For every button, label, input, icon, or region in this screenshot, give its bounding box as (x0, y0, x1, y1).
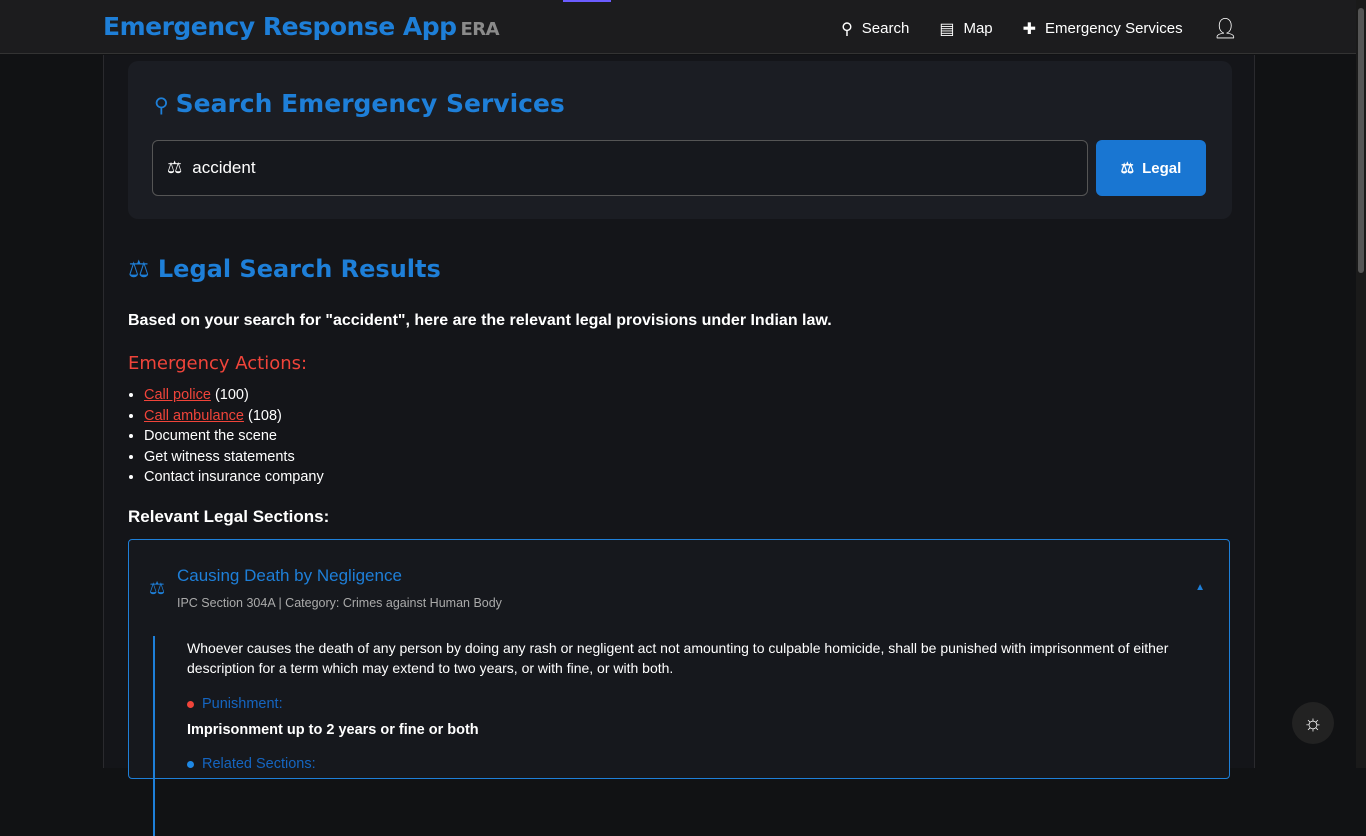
top-bar: Emergency Response App ERA ⚲ Search ▤ Map ✚… (0, 0, 1356, 54)
phone-number: (100) (214, 387, 249, 403)
gavel-icon: ⚖ (1120, 160, 1135, 177)
list-item: Contact insurance company (144, 467, 324, 488)
bullet-icon (187, 700, 194, 708)
gavel-icon: ⚖ (128, 255, 158, 283)
results-title: ⚖ Legal Search Results (128, 255, 441, 283)
nav-label: Search (861, 20, 910, 37)
search-title: ⚲ Search Emergency Services (154, 89, 565, 118)
search-icon: ⚲ (154, 93, 176, 117)
section-meta: IPC Section 304A | Category: Crimes agai… (177, 596, 502, 610)
user-icon: 👤︎ (1212, 18, 1238, 40)
legal-sections-title: Relevant Legal Sections: (128, 507, 330, 526)
call-ambulance-link[interactable]: Call ambulance (144, 408, 244, 424)
section-body: Whoever causes the death of any person b… (153, 636, 1213, 836)
scrollbar-thumb[interactable] (1358, 8, 1364, 273)
search-card: ⚲ Search Emergency Services ⚖ accident ⚖ L… (128, 61, 1232, 219)
search-input-value: accident (192, 158, 256, 177)
medical-plus-icon: ✚ (1022, 20, 1037, 38)
search-title-text: Search Emergency Services (175, 89, 565, 118)
list-item: Call police (100) (144, 385, 324, 406)
account-button[interactable]: 👤︎ (1213, 16, 1238, 41)
map-icon: ▤ (939, 20, 955, 38)
gavel-icon: ⚖ (149, 578, 166, 598)
results-title-text: Legal Search Results (157, 255, 441, 283)
emergency-actions-list: Call police (100) Call ambulance (108) D… (144, 385, 324, 488)
list-item: Get witness statements (144, 447, 324, 468)
button-label: Legal (1142, 159, 1182, 177)
search-input[interactable]: ⚖ accident (152, 140, 1088, 196)
search-icon: ⚲ (841, 20, 853, 38)
scrollbar[interactable] (1356, 0, 1366, 768)
nav-emergency-services[interactable]: ✚ Emergency Services (1023, 19, 1183, 39)
phone-number: (108) (247, 407, 282, 424)
results-intro: Based on your search for "accident", her… (128, 312, 832, 329)
app-title[interactable]: Emergency Response App ERA (103, 12, 500, 41)
nav-label: Emergency Services (1045, 20, 1183, 37)
label-text: Punishment: (202, 696, 283, 712)
gavel-icon: ⚖ (167, 158, 183, 177)
legal-search-button[interactable]: ⚖ Legal (1096, 140, 1206, 196)
punishment-label: Punishment: (187, 696, 1213, 712)
punishment-text: Imprisonment up to 2 years or fine or bo… (187, 722, 479, 738)
tab-indicator (563, 0, 611, 2)
app-abbr: ERA (460, 19, 500, 40)
collapse-caret-icon[interactable]: ▲ (1195, 582, 1205, 593)
nav-search[interactable]: ⚲ Search (841, 19, 909, 39)
nav-map[interactable]: ▤ Map (939, 19, 992, 39)
theme-toggle-button[interactable]: ☼ (1292, 702, 1334, 744)
nav-label: Map (963, 20, 993, 37)
related-label: Related Sections: (187, 756, 1213, 772)
call-police-link[interactable]: Call police (144, 387, 211, 403)
bullet-icon (187, 760, 194, 768)
list-item: Document the scene (144, 426, 324, 447)
app-title-text: Emergency Response App (103, 12, 457, 41)
label-text: Related Sections: (202, 756, 316, 772)
main-content: ⚲ Search Emergency Services ⚖ accident ⚖ L… (103, 55, 1255, 836)
section-title: Causing Death by Negligence (177, 566, 402, 585)
legal-section-card[interactable]: ⚖ Causing Death by Negligence IPC Sectio… (128, 539, 1230, 836)
emergency-actions-title: Emergency Actions: (128, 353, 308, 374)
brightness-icon: ☼ (1302, 710, 1324, 735)
list-item: Call ambulance (108) (144, 406, 324, 427)
main-nav: ⚲ Search ▤ Map ✚ Emergency Services 👤︎ (841, 16, 1238, 41)
section-description: Whoever causes the death of any person b… (187, 640, 1169, 676)
